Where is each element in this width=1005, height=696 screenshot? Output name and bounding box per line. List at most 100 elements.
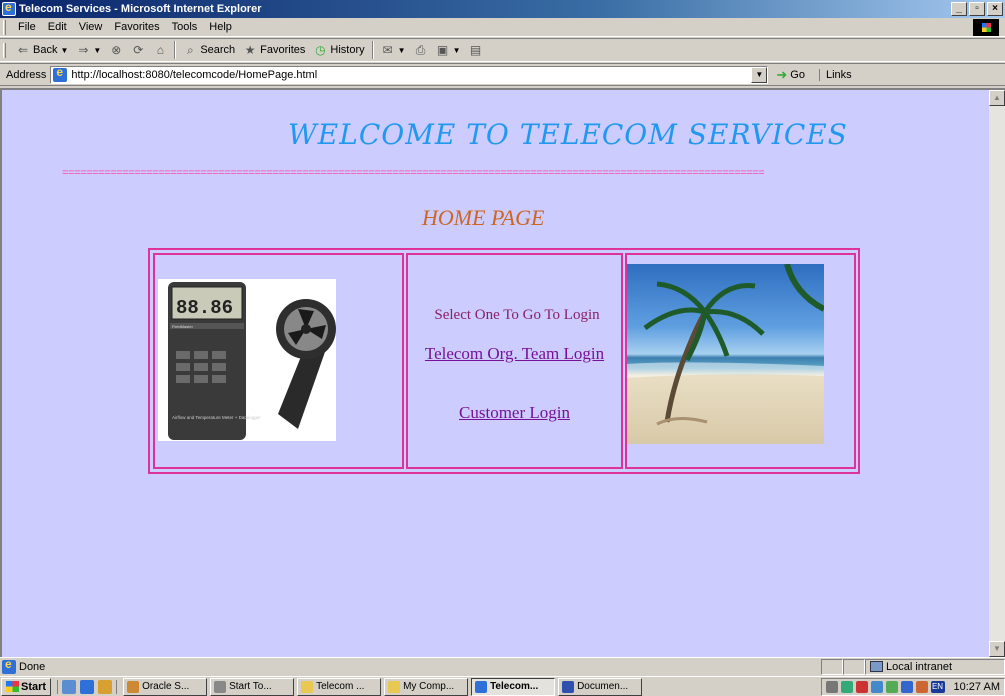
task-oracle[interactable]: Oracle S... <box>123 677 208 696</box>
select-instruction: Select One To Go To Login <box>434 307 600 323</box>
status-pane <box>821 658 843 675</box>
stop-icon: ⊗ <box>111 43 122 57</box>
scroll-down-icon[interactable]: ▼ <box>989 641 1005 657</box>
language-indicator[interactable]: EN <box>930 680 945 693</box>
ie-icon <box>2 0 16 16</box>
welcome-heading: WELCOME TO TELECOM SERVICES <box>288 118 848 151</box>
stop-button[interactable]: ⊗ <box>105 40 127 60</box>
login-options-cell: Select One To Go To Login Telecom Org. T… <box>406 253 623 469</box>
forward-dropdown-icon[interactable]: ▼ <box>93 46 101 55</box>
divider-line: ========================================… <box>62 168 765 180</box>
task-label: Telecom... <box>490 681 539 692</box>
discuss-button[interactable]: ▤ <box>465 40 487 60</box>
volume-icon[interactable] <box>825 680 838 693</box>
print-button[interactable]: ⎙ <box>410 40 432 60</box>
links-button[interactable]: Links <box>818 68 852 81</box>
forward-arrow-icon: ⇒ <box>78 43 89 57</box>
page-icon <box>53 65 68 82</box>
menu-favorites[interactable]: Favorites <box>108 21 165 33</box>
mail-dropdown-icon[interactable]: ▼ <box>398 46 406 55</box>
back-arrow-icon: ⇐ <box>17 43 29 57</box>
favorites-button[interactable]: ★ Favorites <box>239 40 309 60</box>
close-button[interactable]: × <box>987 2 1003 16</box>
refresh-button[interactable]: ⟳ <box>127 40 149 60</box>
task-document[interactable]: Documen... <box>558 677 643 696</box>
clock[interactable]: 10:27 AM <box>954 681 1000 693</box>
address-url[interactable]: http://localhost:8080/telecomcode/HomePa… <box>71 69 317 81</box>
edit-dropdown-icon[interactable]: ▼ <box>453 46 461 55</box>
task-telecom-folder[interactable]: Telecom ... <box>297 677 382 696</box>
window-controls: _ ▫ × <box>951 2 1003 16</box>
beach-cell <box>625 253 856 469</box>
search-button[interactable]: ⌕ Search <box>179 40 239 60</box>
quick-launch <box>57 679 118 694</box>
history-button[interactable]: ◷ History <box>309 40 368 60</box>
intranet-icon <box>870 661 883 672</box>
refresh-icon: ⟳ <box>133 43 144 57</box>
forward-button[interactable]: ⇒ ▼ <box>72 40 105 60</box>
oracle-icon <box>127 680 140 693</box>
mail-button[interactable]: ✉ ▼ <box>377 40 410 60</box>
minimize-button[interactable]: _ <box>951 2 967 16</box>
page-done-icon <box>2 657 16 674</box>
ie-quicklaunch-icon[interactable] <box>80 679 95 694</box>
address-bar: Address http://localhost:8080/telecomcod… <box>0 63 1005 86</box>
meter-cell: 88.86 FieldMaster Airflow and Temperatur… <box>153 253 404 469</box>
back-button[interactable]: ⇐ Back ▼ <box>12 40 72 60</box>
back-dropdown-icon[interactable]: ▼ <box>60 46 68 55</box>
system-tray: EN 10:27 AM <box>820 677 1005 696</box>
menu-grip[interactable] <box>3 19 6 35</box>
toolbar-grip[interactable] <box>3 42 6 58</box>
start-button[interactable]: Start <box>1 677 52 696</box>
address-dropdown-icon[interactable]: ▼ <box>751 66 768 83</box>
standard-toolbar: ⇐ Back ▼ ⇒ ▼ ⊗ ⟳ ⌂ ⌕ Search ★ Favorites … <box>0 38 1005 62</box>
outlook-icon[interactable] <box>98 679 113 694</box>
task-telecom-ie[interactable]: Telecom... <box>471 677 556 696</box>
maximize-button[interactable]: ▫ <box>969 2 985 16</box>
home-page-title: HOME PAGE <box>422 205 545 230</box>
task-start-to[interactable]: Start To... <box>210 677 295 696</box>
status-bar: Done Local intranet <box>0 657 1005 675</box>
toolbar-separator <box>371 41 374 59</box>
menu-bar: File Edit View Favorites Tools Help <box>0 18 1005 37</box>
menu-file[interactable]: File <box>12 21 42 33</box>
favorites-label: Favorites <box>260 44 306 56</box>
search-icon: ⌕ <box>186 43 194 57</box>
ie-icon <box>475 680 488 693</box>
home-button[interactable]: ⌂ <box>149 40 171 60</box>
task-label: Telecom ... <box>316 681 365 692</box>
history-label: History <box>330 44 365 56</box>
menu-tools[interactable]: Tools <box>166 21 204 33</box>
toolbar-separator <box>174 41 177 59</box>
tray-app-icon[interactable] <box>855 680 868 693</box>
tray-app-icon[interactable] <box>870 680 883 693</box>
window-title-bar[interactable]: Telecom Services - Microsoft Internet Ex… <box>0 0 1005 18</box>
tray-app-icon[interactable] <box>885 680 898 693</box>
go-arrow-icon: ➜ <box>776 66 788 82</box>
windows-flag-icon <box>6 681 19 692</box>
menu-edit[interactable]: Edit <box>42 21 73 33</box>
status-pane <box>843 658 865 675</box>
scroll-up-icon[interactable]: ▲ <box>989 90 1005 106</box>
meter-image: 88.86 FieldMaster Airflow and Temperatur… <box>158 279 336 441</box>
edit-button[interactable]: ▣ ▼ <box>432 40 465 60</box>
go-button[interactable]: ➜ Go <box>776 67 805 83</box>
shield-icon[interactable] <box>900 680 913 693</box>
zone-label: Local intranet <box>886 660 953 673</box>
menu-view[interactable]: View <box>73 21 109 33</box>
tray-app-icon[interactable] <box>915 680 928 693</box>
show-desktop-icon[interactable] <box>62 679 77 694</box>
task-my-computer[interactable]: My Comp... <box>384 677 469 696</box>
folder-icon <box>388 680 401 693</box>
search-label: Search <box>200 44 236 56</box>
customer-login-link[interactable]: Customer Login <box>408 403 621 423</box>
task-label: My Comp... <box>403 681 455 692</box>
network-icon[interactable] <box>840 680 853 693</box>
folder-icon <box>301 680 314 693</box>
task-label: Oracle S... <box>142 681 190 692</box>
page-viewport: WELCOME TO TELECOM SERVICES ============… <box>0 88 1005 657</box>
team-login-link[interactable]: Telecom Org. Team Login <box>408 344 621 364</box>
vertical-scrollbar[interactable]: ▲ ▼ <box>989 90 1005 657</box>
menu-help[interactable]: Help <box>203 21 238 33</box>
address-input[interactable]: http://localhost:8080/telecomcode/HomePa… <box>50 65 769 84</box>
